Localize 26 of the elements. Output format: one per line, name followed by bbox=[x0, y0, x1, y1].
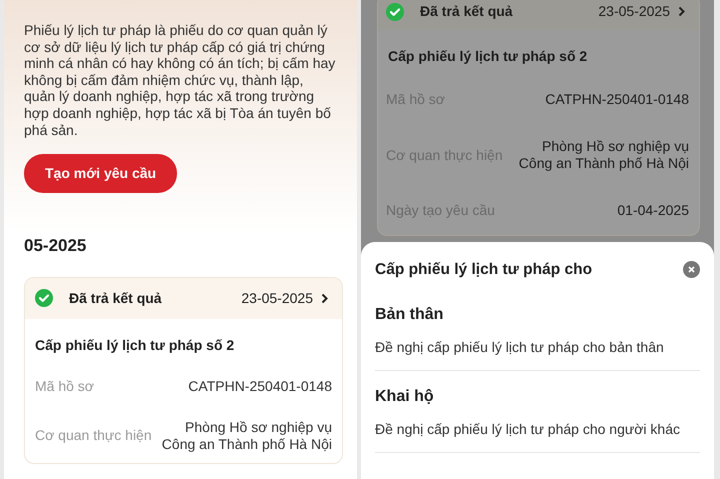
field-value: 01-04-2025 bbox=[617, 202, 689, 219]
status-label: Đã trả kết quả bbox=[420, 2, 513, 21]
check-icon bbox=[35, 289, 53, 308]
request-title: Cấp phiếu lý lịch tư pháp số 2 bbox=[387, 47, 588, 66]
field-label: Mã hồ sơ bbox=[35, 376, 94, 396]
request-title: Cấp phiếu lý lịch tư pháp số 2 bbox=[34, 336, 236, 355]
card-header[interactable]: Đã trả kết quả 23-05-2025 bbox=[378, 0, 699, 30]
field-value: CATPHN-250401-0148 bbox=[188, 378, 332, 395]
field-value: Phòng Hồ sơ nghiệp vụ Công an Thành phố Hà Nội bbox=[518, 138, 689, 172]
field-value: CATPHN-250401-0148 bbox=[545, 91, 689, 108]
chevron-icon bbox=[678, 6, 685, 17]
description-text: Phiếu lý lịch tư pháp là phiếu do cơ quan quản lý cơ sở dữ liệu lý lịch tư pháp cấp có giá trị chứng minh cá nhân có hay không có án tích; bị cấm hay không bị cấm đảm nhiệm chức vụ, thành lập, quản lý doanh nghiệp, hợp tác xã trong trường hợp doanh nghiệp, hợp tác xã bị Tòa án tuyên bố phá sản. bbox=[24, 22, 336, 138]
close-icon[interactable] bbox=[683, 261, 700, 278]
chevron-icon bbox=[321, 292, 328, 304]
card-header[interactable]: Đã trả kết quả 23-05-2025 bbox=[25, 278, 342, 319]
sheet-option[interactable]: Khai hộ Đề nghị cấp phiếu lý lịch tư pháp cho người khác bbox=[375, 371, 700, 454]
create-request-button[interactable]: Tạo mới yêu cầu bbox=[24, 154, 178, 194]
status-label: Đã trả kết quả bbox=[69, 288, 162, 308]
field-value: Phòng Hồ sơ nghiệp vụ Công an Thành phố Hà Nội bbox=[160, 418, 332, 453]
sheet-title: Cấp phiếu lý lịch tư pháp cho bbox=[375, 260, 592, 280]
check-icon bbox=[386, 2, 404, 20]
date-label: 23-05-2025 bbox=[241, 288, 313, 308]
date-label: 23-05-2025 bbox=[598, 2, 670, 21]
field-label: Cơ quan thực hiện bbox=[35, 426, 152, 446]
month-heading: 05-2025 bbox=[24, 235, 88, 258]
sheet-option[interactable]: Bản thân Đề nghị cấp phiếu lý lịch tư pháp cho bản thân bbox=[375, 289, 700, 372]
